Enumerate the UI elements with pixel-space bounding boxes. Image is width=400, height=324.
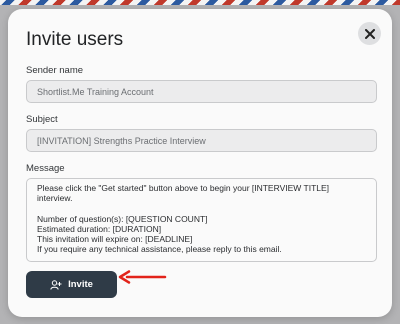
modal-title: Invite users	[26, 29, 124, 50]
close-icon	[364, 28, 375, 39]
message-field[interactable]: Please click the "Get started" button ab…	[26, 178, 377, 262]
sender-name-label: Sender name	[26, 65, 84, 76]
airmail-border	[0, 0, 400, 5]
invite-users-modal: Invite users Sender name Subject Message…	[8, 9, 392, 317]
message-line: Number of question(s): [QUESTION COUNT]	[37, 213, 208, 224]
subject-label: Subject	[26, 114, 58, 125]
message-line	[37, 203, 366, 213]
message-label: Message	[26, 163, 65, 174]
message-line: This invitation will expire on: [DEADLIN…	[37, 234, 193, 245]
invite-button[interactable]: Invite	[26, 271, 117, 298]
close-button[interactable]	[358, 22, 381, 45]
message-line: Please click the "Get started" button ab…	[37, 183, 332, 204]
subject-field[interactable]	[26, 129, 377, 152]
message-line: If you require any technical assistance,…	[37, 244, 282, 255]
add-user-icon	[50, 279, 62, 290]
sender-name-field[interactable]	[26, 80, 377, 103]
invite-button-label: Invite	[68, 279, 93, 290]
message-line: Estimated duration: [DURATION]	[37, 223, 162, 234]
red-arrow-annotation	[118, 270, 167, 284]
